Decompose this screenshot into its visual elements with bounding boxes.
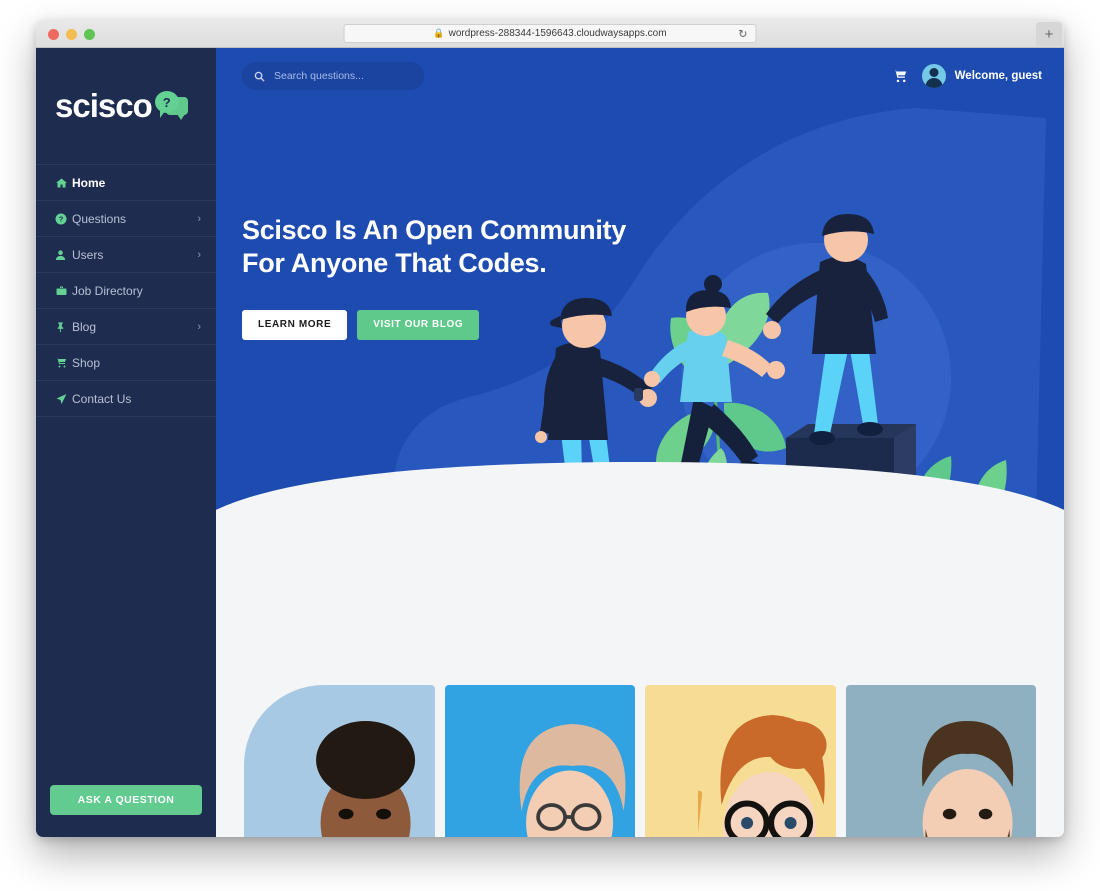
- welcome-text: Welcome, guest: [954, 70, 1042, 82]
- avatar: [921, 64, 946, 88]
- browser-chrome: 🔒 wordpress-288344-1596643.cloudwaysapps…: [36, 20, 1064, 48]
- address-bar-url: wordpress-288344-1596643.cloudwaysapps.c…: [448, 28, 667, 39]
- top-bar: Search questions... Welcome, guest: [216, 48, 1064, 104]
- sidebar-item-label: Home: [72, 175, 106, 190]
- window-traffic-lights: [48, 29, 95, 40]
- cart-icon: [55, 357, 72, 369]
- user-menu[interactable]: Welcome, guest: [921, 64, 1042, 88]
- sidebar-item-users[interactable]: Users ›: [36, 237, 216, 273]
- man-thinking-photo: [316, 721, 416, 837]
- screenshot-root: 🔒 wordpress-288344-1596643.cloudwaysapps…: [0, 0, 1100, 891]
- reload-icon[interactable]: ↻: [738, 27, 747, 40]
- learn-more-button[interactable]: LEARN MORE: [242, 309, 348, 340]
- card-item[interactable]: ATION: [845, 685, 1036, 837]
- site-logo[interactable]: scisco ?: [36, 48, 216, 164]
- top-bar-right: Welcome, guest: [893, 64, 1042, 88]
- speech-bubble-question-icon: ?: [154, 91, 188, 121]
- sidebar-nav: Home ? Questions › Users › Job Directory…: [36, 164, 216, 417]
- sidebar-item-label: Contact Us: [72, 391, 132, 406]
- sidebar-item-contact-us[interactable]: Contact Us: [36, 381, 216, 417]
- shopping-cart-icon[interactable]: [893, 69, 908, 84]
- main-content: Search questions... Welcome, guest Scisc…: [216, 48, 1064, 837]
- sidebar-item-label: Job Directory: [72, 283, 143, 298]
- send-icon: [55, 393, 72, 405]
- user-icon: [55, 249, 72, 261]
- svg-text:?: ?: [59, 214, 64, 223]
- minimize-window-button[interactable]: [66, 29, 77, 40]
- search-placeholder: Search questions...: [274, 70, 364, 82]
- hero-section: Search questions... Welcome, guest Scisc…: [216, 48, 1064, 555]
- hero-buttons: LEARN MORE VISIT OUR BLOG: [242, 309, 626, 340]
- ask-question-wrap: ASK A QUESTION: [36, 785, 216, 837]
- ask-a-question-button[interactable]: ASK A QUESTION: [50, 785, 202, 815]
- sidebar-item-label: Shop: [72, 355, 101, 370]
- card-item[interactable]: UESTIONS: [645, 685, 836, 837]
- card-item[interactable]: ION: [244, 685, 435, 837]
- sidebar-item-blog[interactable]: Blog ›: [36, 309, 216, 345]
- sidebar-item-questions[interactable]: ? Questions ›: [36, 201, 216, 237]
- briefcase-icon: [55, 285, 72, 297]
- chevron-right-icon: ›: [197, 320, 201, 333]
- lock-icon: 🔒: [433, 28, 445, 38]
- question-icon: ?: [55, 213, 72, 225]
- sidebar-item-shop[interactable]: Shop: [36, 345, 216, 381]
- logo-text: scisco: [55, 87, 153, 124]
- search-input[interactable]: Search questions...: [242, 62, 424, 90]
- page-title: Scisco Is An Open Community For Anyone T…: [242, 215, 626, 278]
- hero-copy: Scisco Is An Open Community For Anyone T…: [242, 214, 626, 340]
- close-window-button[interactable]: [48, 29, 59, 40]
- category-cards: ION ANSWERS: [216, 555, 1064, 837]
- bearded-man-photo: [921, 721, 1014, 837]
- sidebar-item-label: Questions: [72, 211, 127, 226]
- card-item[interactable]: ANSWERS: [444, 685, 635, 837]
- sidebar-item-job-directory[interactable]: Job Directory: [36, 273, 216, 309]
- search-icon: [254, 71, 265, 82]
- new-tab-button[interactable]: +: [1036, 22, 1062, 46]
- sidebar-item-label: Users: [72, 247, 104, 262]
- maximize-window-button[interactable]: [84, 29, 95, 40]
- page-viewport: scisco ? Home ? Questions › Users › Job …: [36, 48, 1064, 837]
- pin-icon: [55, 321, 72, 333]
- browser-window: 🔒 wordpress-288344-1596643.cloudwaysapps…: [36, 20, 1064, 837]
- sidebar: scisco ? Home ? Questions › Users › Job …: [36, 48, 216, 837]
- home-icon: [55, 177, 72, 189]
- chevron-right-icon: ›: [197, 212, 201, 225]
- sidebar-item-home[interactable]: Home: [36, 165, 216, 201]
- woman-thumbs-up-photo: [519, 724, 626, 837]
- sidebar-item-label: Blog: [72, 319, 97, 334]
- visit-our-blog-button[interactable]: VISIT OUR BLOG: [357, 309, 480, 340]
- woman-with-pencil-photo: [698, 715, 827, 837]
- chevron-right-icon: ›: [197, 248, 201, 261]
- address-bar[interactable]: 🔒 wordpress-288344-1596643.cloudwaysapps…: [343, 24, 757, 43]
